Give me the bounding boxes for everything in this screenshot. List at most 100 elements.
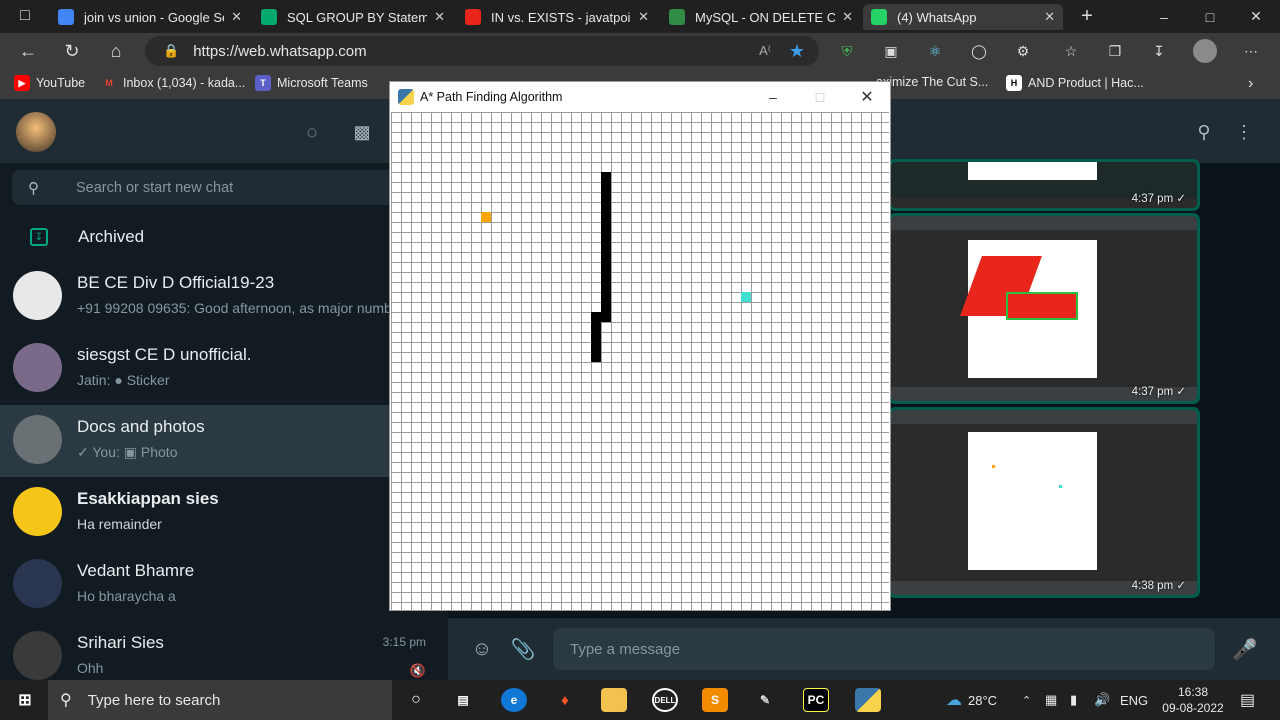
- close-button[interactable]: ✕: [844, 82, 890, 111]
- barrier-cell[interactable]: [601, 262, 611, 272]
- close-tab-icon[interactable]: ✕: [231, 9, 242, 25]
- image-message-bubble[interactable]: 4:38 pm ✓: [888, 407, 1200, 598]
- barrier-cell[interactable]: [601, 222, 611, 232]
- bookmark-youtube[interactable]: ▶ YouTube: [14, 75, 85, 91]
- pycharm-icon[interactable]: PC: [803, 688, 829, 712]
- favorite-star-icon[interactable]: ★: [789, 41, 805, 62]
- taskbar-search[interactable]: ⚲ Type here to search: [48, 680, 392, 720]
- emoji-icon[interactable]: ☺: [469, 636, 495, 662]
- downloads-icon[interactable]: ↧: [1149, 41, 1169, 61]
- refresh-icon[interactable]: ↻: [57, 37, 87, 65]
- bookmark-and-product[interactable]: H AND Product | Hac...: [1006, 75, 1144, 91]
- chat-list-item[interactable]: Docs and photos✓ You: ▣ Photo4: [0, 405, 448, 477]
- task-view-icon[interactable]: ▤: [450, 688, 476, 712]
- home-icon[interactable]: ⌂: [101, 37, 131, 65]
- windows-start-icon[interactable]: ⊞: [12, 688, 38, 712]
- end-node[interactable]: [741, 292, 751, 302]
- status-icon[interactable]: ◌: [300, 121, 324, 143]
- python-icon[interactable]: [855, 688, 881, 712]
- bookmark-teams[interactable]: T Microsoft Teams: [255, 75, 368, 91]
- clock[interactable]: 16:38 09-08-2022: [1157, 680, 1229, 720]
- close-tab-icon[interactable]: ✕: [1044, 9, 1055, 25]
- bookmark-gmail[interactable]: M Inbox (1,034) - kada...: [101, 75, 245, 91]
- shield-extension-icon[interactable]: ⛨: [837, 41, 857, 61]
- notifications-icon[interactable]: ▤: [1240, 680, 1255, 720]
- maximize-button[interactable]: □: [797, 82, 843, 111]
- file-explorer-icon[interactable]: [601, 688, 627, 712]
- weather-widget[interactable]: ☁ 28°C: [946, 680, 997, 720]
- chat-list-item[interactable]: siesgst CE D unofficial. Jatin: ● Sticker…: [0, 333, 448, 405]
- puzzle-extensions-icon[interactable]: ⚙: [1013, 41, 1033, 61]
- edge-icon[interactable]: e: [501, 688, 527, 712]
- barrier-cell[interactable]: [591, 322, 601, 332]
- language-indicator[interactable]: ENG: [1120, 680, 1148, 720]
- message-input[interactable]: Type a message: [553, 628, 1215, 670]
- browser-tab[interactable]: join vs union - Google Sea ✕: [50, 4, 250, 30]
- brave-icon[interactable]: ♦: [552, 688, 578, 712]
- bookmark-maximize[interactable]: aximize The Cut S...: [876, 75, 988, 89]
- network-icon[interactable]: ▦: [1045, 680, 1057, 720]
- new-tab-button[interactable]: +: [1072, 2, 1102, 30]
- profile-avatar[interactable]: [1193, 39, 1217, 63]
- microphone-icon[interactable]: 🎤: [1232, 636, 1258, 662]
- new-chat-icon[interactable]: ▩: [350, 121, 374, 143]
- tab-actions-icon[interactable]: □: [10, 2, 40, 30]
- close-tab-icon[interactable]: ✕: [434, 9, 445, 25]
- read-aloud-icon[interactable]: A⁽: [759, 43, 771, 59]
- maximize-button[interactable]: □: [1187, 0, 1233, 33]
- minimize-button[interactable]: –: [750, 82, 796, 111]
- minimize-button[interactable]: –: [1141, 0, 1187, 33]
- barrier-cell[interactable]: [601, 302, 611, 312]
- glasses-extension-icon[interactable]: ◯: [969, 41, 989, 61]
- barrier-cell[interactable]: [601, 172, 611, 182]
- start-node[interactable]: [481, 212, 491, 222]
- barrier-cell[interactable]: [591, 312, 601, 322]
- volume-icon[interactable]: 🔊: [1094, 680, 1110, 720]
- screen-sketch-icon[interactable]: ✎: [752, 688, 778, 712]
- barrier-cell[interactable]: [601, 282, 611, 292]
- back-arrow-icon[interactable]: ←: [13, 37, 43, 65]
- tray-chevron-icon[interactable]: ⌃: [1022, 680, 1031, 720]
- attach-icon[interactable]: 📎: [510, 636, 536, 662]
- browser-tab[interactable]: IN vs. EXISTS - javatpoint ✕: [457, 4, 657, 30]
- barrier-cell[interactable]: [601, 252, 611, 262]
- barrier-cell[interactable]: [601, 292, 611, 302]
- path-grid[interactable]: [391, 112, 889, 610]
- bookmarks-overflow-chevron-icon[interactable]: ›: [1248, 75, 1253, 93]
- browser-tab[interactable]: MySQL - ON DELETE CASC ✕: [661, 4, 861, 30]
- barrier-cell[interactable]: [601, 242, 611, 252]
- chat-list-item[interactable]: BE CE Div D Official19-23 +91 99208 09635…: [0, 261, 448, 333]
- barrier-cell[interactable]: [601, 232, 611, 242]
- more-menu-icon[interactable]: ⋯: [1241, 41, 1261, 61]
- close-window-button[interactable]: ✕: [1233, 0, 1279, 33]
- barrier-cell[interactable]: [601, 312, 611, 322]
- dell-icon[interactable]: DELL: [652, 688, 678, 712]
- extension-icon[interactable]: ▣: [881, 41, 901, 61]
- cortana-icon[interactable]: ○: [403, 688, 429, 712]
- barrier-cell[interactable]: [591, 332, 601, 342]
- barrier-cell[interactable]: [601, 202, 611, 212]
- browser-tab[interactable]: (4) WhatsApp ✕: [863, 4, 1063, 30]
- image-message-bubble[interactable]: 4:37 pm ✓: [888, 159, 1200, 211]
- collections-icon[interactable]: ❐: [1105, 41, 1125, 61]
- barrier-cell[interactable]: [601, 272, 611, 282]
- pathfinding-title-bar[interactable]: A* Path Finding Algorithm – □ ✕: [390, 82, 890, 111]
- battery-icon[interactable]: ▮: [1070, 680, 1077, 720]
- sublime-text-icon[interactable]: S: [702, 688, 728, 712]
- chat-list-item[interactable]: Vedant BhamreHo bharaycha a3: [0, 549, 448, 621]
- archived-row[interactable]: ↧ Archived: [0, 213, 448, 261]
- my-avatar[interactable]: [16, 112, 56, 152]
- favorites-icon[interactable]: ☆: [1061, 41, 1081, 61]
- barrier-cell[interactable]: [601, 212, 611, 222]
- close-tab-icon[interactable]: ✕: [638, 9, 649, 25]
- barrier-cell[interactable]: [601, 182, 611, 192]
- barrier-cell[interactable]: [601, 192, 611, 202]
- browser-tab[interactable]: SQL GROUP BY Statement ✕: [253, 4, 453, 30]
- barrier-cell[interactable]: [591, 352, 601, 362]
- barrier-cell[interactable]: [591, 342, 601, 352]
- chat-list-item[interactable]: Esakkiappan siesHa remainder4: [0, 477, 448, 549]
- chat-search-input[interactable]: ⚲ Search or start new chat: [12, 170, 436, 205]
- menu-icon[interactable]: ⋮: [1232, 121, 1256, 143]
- image-message-bubble[interactable]: 4:37 pm ✓: [888, 213, 1200, 404]
- address-bar[interactable]: 🔒 https://web.whatsapp.com A⁽ ★: [145, 36, 819, 66]
